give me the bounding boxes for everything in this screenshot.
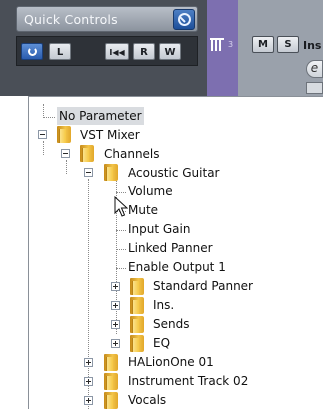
folder-icon [104, 373, 118, 390]
solo-button[interactable]: S [277, 36, 299, 53]
expand-icon[interactable] [84, 358, 93, 367]
quick-controls-toolbar: L I◀◀ R W [16, 36, 198, 66]
tree-item-vocals[interactable]: Vocals [128, 391, 166, 409]
tree-item-input-gain[interactable]: Input Gain [128, 220, 190, 238]
expand-icon[interactable] [111, 339, 120, 348]
rewind-button[interactable]: I◀◀ [105, 43, 129, 60]
expand-icon[interactable] [111, 282, 120, 291]
track-number: 3 [228, 40, 234, 49]
folder-icon [104, 164, 118, 181]
power-icon [27, 47, 37, 56]
edit-instrument-button[interactable]: e [306, 60, 323, 78]
collapse-icon[interactable] [38, 130, 47, 139]
track-name: Ins [303, 39, 322, 52]
instrument-track-icon [210, 38, 224, 51]
expand-icon[interactable] [111, 320, 120, 329]
tree-item-inserts[interactable]: Ins. [153, 296, 174, 314]
tree-item-standard-panner[interactable]: Standard Panner [153, 277, 253, 295]
expand-icon[interactable] [84, 377, 93, 386]
tree-item-sends[interactable]: Sends [153, 315, 189, 333]
tree-item-volume[interactable]: Volume [128, 182, 173, 200]
mute-button[interactable]: M [252, 36, 274, 53]
folder-icon [104, 392, 118, 409]
tree-item-mute[interactable]: Mute [128, 201, 158, 219]
folder-icon [130, 316, 144, 333]
mouse-pointer-icon [114, 196, 128, 217]
tree-item-instrument-track[interactable]: Instrument Track 02 [128, 372, 248, 390]
tree-item-eq[interactable]: EQ [153, 334, 170, 352]
expand-icon[interactable] [111, 301, 120, 310]
folder-icon [130, 297, 144, 314]
folder-icon [57, 126, 71, 143]
tree-item-no-parameter[interactable]: No Parameter [57, 107, 144, 125]
power-button[interactable] [21, 43, 43, 60]
folder-icon [80, 145, 94, 162]
quick-controls-settings-button[interactable] [173, 9, 195, 30]
collapse-icon[interactable] [84, 168, 93, 177]
tree-item-halionone[interactable]: HALionOne 01 [128, 353, 214, 371]
quick-controls-title: Quick Controls [24, 12, 118, 27]
read-automation-button[interactable]: R [133, 43, 155, 60]
tree-item-channels[interactable]: Channels [104, 145, 160, 163]
link-button[interactable]: L [49, 43, 71, 60]
folder-icon [130, 278, 144, 295]
expand-icon[interactable] [84, 396, 93, 405]
folder-icon [130, 335, 144, 352]
tree-item-enable-output[interactable]: Enable Output 1 [128, 258, 226, 276]
track-extra-button[interactable] [306, 82, 323, 94]
collapse-icon[interactable] [61, 149, 70, 158]
tree-item-linked-panner[interactable]: Linked Panner [128, 239, 213, 257]
write-automation-button[interactable]: W [159, 43, 181, 60]
tree-item-label: No Parameter [57, 107, 144, 125]
quick-controls-header[interactable]: Quick Controls [16, 6, 198, 32]
tree-item-vst-mixer[interactable]: VST Mixer [80, 126, 140, 144]
folder-icon [104, 354, 118, 371]
tree-item-acoustic-guitar[interactable]: Acoustic Guitar [128, 164, 219, 182]
